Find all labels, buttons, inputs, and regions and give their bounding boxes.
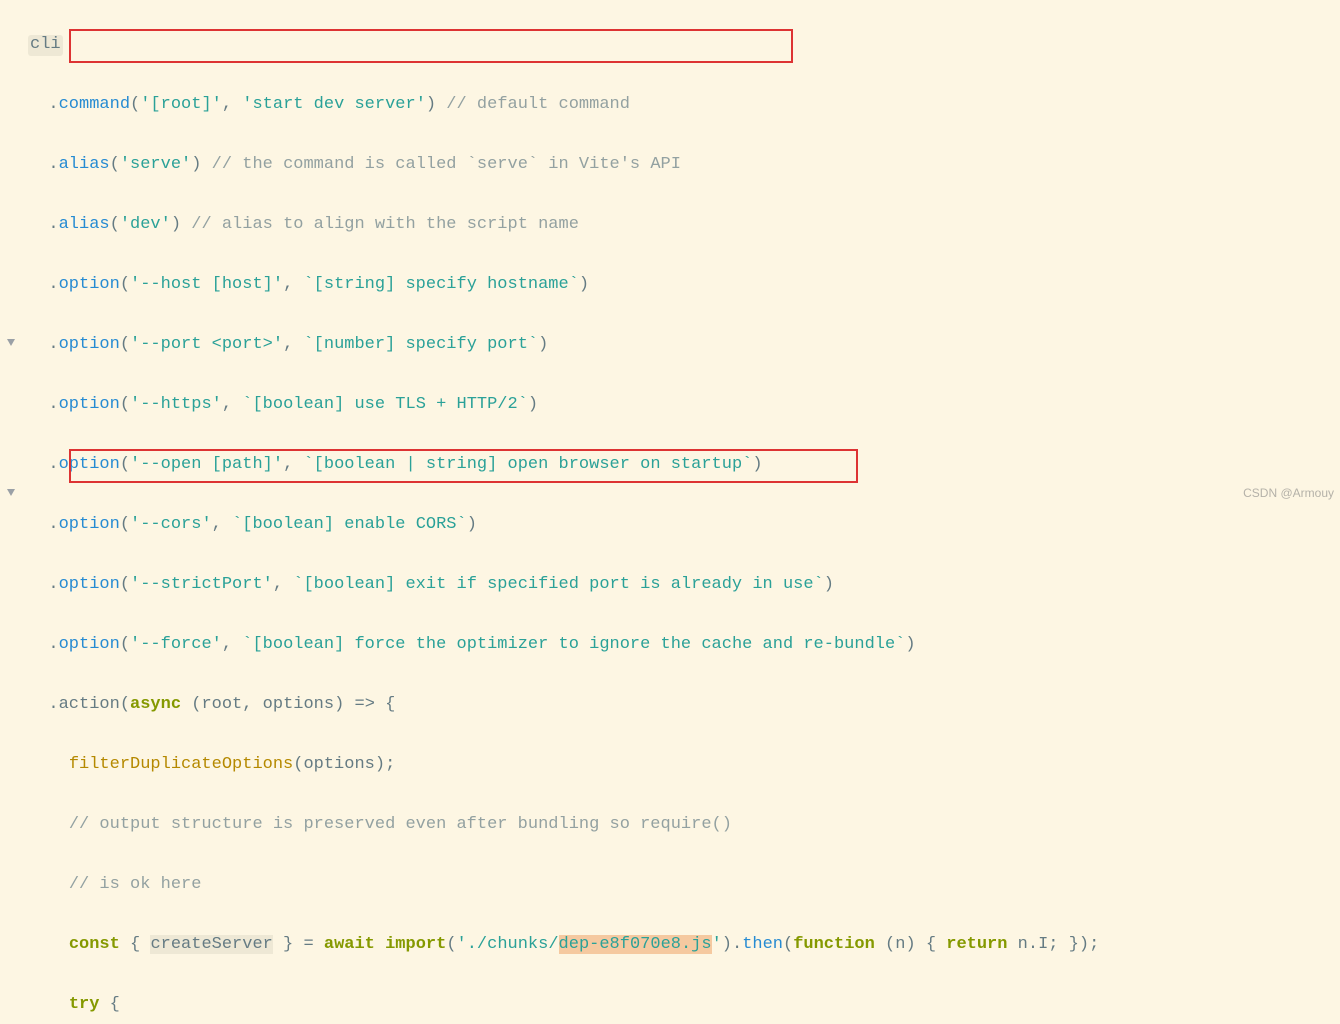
param: n: [895, 935, 905, 954]
code-line: .option('--host [host]', `[string] speci…: [28, 270, 1099, 300]
string-literal: '--host [host]': [130, 275, 283, 294]
code-line: .alias('dev') // alias to align with the…: [28, 210, 1099, 240]
keyword-import: import: [385, 935, 446, 954]
string-literal: '--open [path]': [130, 455, 283, 474]
code-line: .action(async (root, options) => {: [28, 690, 1099, 720]
method-action: action: [59, 695, 120, 714]
string-literal: `[string] specify hostname`: [303, 275, 578, 294]
code-line: .alias('serve') // the command is called…: [28, 150, 1099, 180]
code-line: cli: [28, 30, 1099, 60]
code-line: .command('[root]', 'start dev server') /…: [28, 90, 1099, 120]
code-block: cli .command('[root]', 'start dev server…: [0, 0, 1099, 1024]
string-literal: 'dev': [120, 215, 171, 234]
string-literal: 'start dev server': [242, 95, 426, 114]
keyword-async: async: [130, 695, 181, 714]
string-literal: '--port <port>': [130, 335, 283, 354]
code-line: .option('--strictPort', `[boolean] exit …: [28, 570, 1099, 600]
string-literal: `[boolean | string] open browser on star…: [303, 455, 752, 474]
code-line: .option('--force', `[boolean] force the …: [28, 630, 1099, 660]
method-alias: alias: [59, 155, 110, 174]
identifier: options: [303, 755, 374, 774]
code-line: filterDuplicateOptions(options);: [28, 750, 1099, 780]
code-line: .option('--open [path]', `[boolean | str…: [28, 450, 1099, 480]
comment: // the command is called `serve` in Vite…: [201, 155, 680, 174]
method-option: option: [59, 455, 120, 474]
string-literal: `[boolean] use TLS + HTTP/2`: [242, 395, 528, 414]
string-literal: '--https': [130, 395, 222, 414]
string-literal: '--strictPort': [130, 575, 273, 594]
identifier: cli: [28, 35, 63, 56]
comment: // default command: [436, 95, 630, 114]
method-option: option: [59, 275, 120, 294]
method-option: option: [59, 395, 120, 414]
method-option: option: [59, 635, 120, 654]
code-line: try {: [28, 990, 1099, 1020]
method-then: then: [742, 935, 783, 954]
string-literal: '--cors': [130, 515, 212, 534]
keyword-return: return: [946, 935, 1007, 954]
method-option: option: [59, 515, 120, 534]
import-path: ./chunks/: [467, 935, 559, 954]
method-command: command: [59, 95, 130, 114]
code-line: const { createServer } = await import('.…: [28, 930, 1099, 960]
code-line: .option('--cors', `[boolean] enable CORS…: [28, 510, 1099, 540]
method-alias: alias: [59, 215, 110, 234]
identifier: n.I: [1018, 935, 1049, 954]
param: options: [263, 695, 334, 714]
string-literal: `[boolean] enable CORS`: [232, 515, 467, 534]
fn-call: filterDuplicateOptions: [69, 755, 293, 774]
param: root: [201, 695, 242, 714]
string-literal: `[boolean] exit if specified port is alr…: [293, 575, 824, 594]
code-line: .option('--https', `[boolean] use TLS + …: [28, 390, 1099, 420]
string-literal: `[boolean] force the optimizer to ignore…: [242, 635, 905, 654]
string-literal: '[root]': [140, 95, 222, 114]
comment: // output structure is preserved even af…: [69, 815, 732, 834]
comment: // alias to align with the script name: [181, 215, 579, 234]
method-option: option: [59, 335, 120, 354]
var-create-server: createServer: [150, 935, 272, 954]
code-line: // output structure is preserved even af…: [28, 810, 1099, 840]
watermark: CSDN @Armouy: [1243, 478, 1334, 508]
import-file-highlight: dep-e8f070e8.js: [559, 935, 712, 954]
code-line: // is ok here: [28, 870, 1099, 900]
keyword-await: await: [324, 935, 375, 954]
string-literal: '--force': [130, 635, 222, 654]
code-line: .option('--port <port>', `[number] speci…: [28, 330, 1099, 360]
comment: // is ok here: [69, 875, 202, 894]
keyword-const: const: [69, 935, 120, 954]
method-option: option: [59, 575, 120, 594]
string-literal: `[number] specify port`: [303, 335, 538, 354]
string-literal: 'serve': [120, 155, 191, 174]
keyword-try: try: [69, 995, 100, 1014]
keyword-function: function: [793, 935, 875, 954]
